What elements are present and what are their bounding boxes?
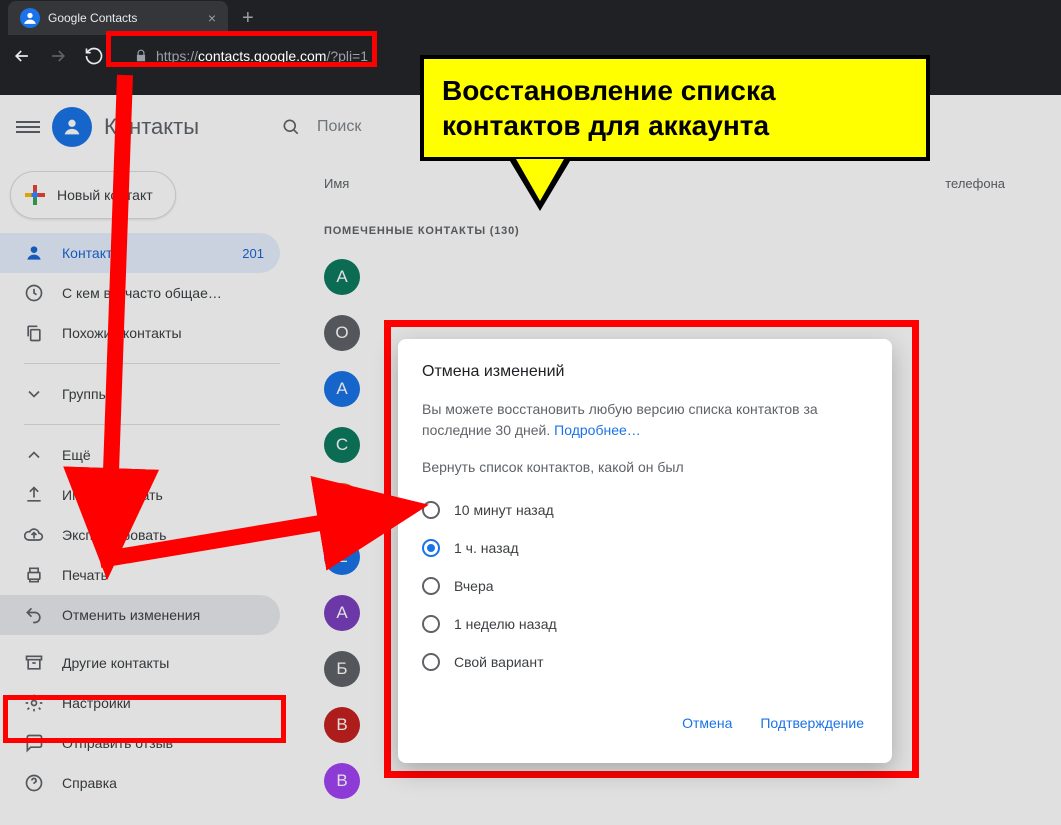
radio-icon xyxy=(422,501,440,519)
back-button[interactable] xyxy=(8,42,36,70)
avatar: C xyxy=(324,427,360,463)
sidebar-item-similar[interactable]: Похожие контакты xyxy=(0,313,280,353)
archive-icon xyxy=(24,653,44,673)
learn-more-link[interactable]: Подробнее… xyxy=(554,422,641,438)
avatar: A xyxy=(324,259,360,295)
forward-button[interactable] xyxy=(44,42,72,70)
radio-icon xyxy=(422,577,440,595)
sidebar-item-feedback[interactable]: Отправить отзыв xyxy=(0,723,280,763)
chevron-down-icon xyxy=(24,384,44,404)
upload-icon xyxy=(24,485,44,505)
close-tab-icon[interactable]: × xyxy=(208,10,216,26)
sidebar-item-frequent[interactable]: С кем вы часто общае… xyxy=(0,273,280,313)
column-phone: телефона xyxy=(945,176,1005,191)
lock-icon xyxy=(134,49,148,63)
plus-icon xyxy=(25,185,45,205)
print-icon xyxy=(24,565,44,585)
radio-icon xyxy=(422,615,440,633)
address-bar[interactable]: https://contacts.google.com/?pli=1 xyxy=(120,42,382,70)
avatar: E xyxy=(324,539,360,575)
feedback-icon xyxy=(24,733,44,753)
undo-icon xyxy=(24,605,44,625)
dialog-title: Отмена изменений xyxy=(422,363,868,381)
dialog-subhead: Вернуть список контактов, какой он был xyxy=(422,459,868,475)
contacts-favicon-icon xyxy=(20,8,40,28)
sidebar-item-contacts[interactable]: Контакты 201 xyxy=(0,233,280,273)
history-icon xyxy=(24,283,44,303)
search-icon[interactable] xyxy=(281,117,301,137)
annotation-callout: Восстановление списка контактов для акка… xyxy=(420,55,930,211)
avatar: A xyxy=(324,371,360,407)
confirm-button[interactable]: Подтверждение xyxy=(756,707,868,739)
avatar: А xyxy=(324,483,360,519)
cloud-upload-icon xyxy=(24,525,44,545)
tab-title: Google Contacts xyxy=(48,11,137,25)
sidebar-item-more[interactable]: Ещё xyxy=(0,435,280,475)
contact-row[interactable]: A xyxy=(304,249,1045,305)
copy-icon xyxy=(24,323,44,343)
browser-tab[interactable]: Google Contacts × xyxy=(8,1,228,35)
radio-custom[interactable]: Свой вариант xyxy=(422,643,868,681)
sidebar-item-export[interactable]: Экспортировать xyxy=(0,515,280,555)
chevron-up-icon xyxy=(24,445,44,465)
avatar: O xyxy=(324,315,360,351)
avatar: B xyxy=(324,707,360,743)
help-icon xyxy=(24,773,44,793)
undo-dialog: Отмена изменений Вы можете восстановить … xyxy=(398,339,892,763)
avatar: А xyxy=(324,595,360,631)
person-icon xyxy=(24,243,44,263)
sidebar-item-help[interactable]: Справка xyxy=(0,763,280,803)
avatar: Б xyxy=(324,651,360,687)
gear-icon xyxy=(24,693,44,713)
radio-10min[interactable]: 10 минут назад xyxy=(422,491,868,529)
sidebar-item-print[interactable]: Печать xyxy=(0,555,280,595)
sidebar-item-other[interactable]: Другие контакты xyxy=(0,643,280,683)
sidebar-item-settings[interactable]: Настройки xyxy=(0,683,280,723)
sidebar-item-import[interactable]: Импортировать xyxy=(0,475,280,515)
new-tab-button[interactable]: + xyxy=(242,7,254,30)
cancel-button[interactable]: Отмена xyxy=(678,707,736,739)
radio-yesterday[interactable]: Вчера xyxy=(422,567,868,605)
radio-icon xyxy=(422,653,440,671)
radio-icon xyxy=(422,539,440,557)
radio-1hour[interactable]: 1 ч. назад xyxy=(422,529,868,567)
avatar: B xyxy=(324,763,360,799)
dialog-description: Вы можете восстановить любую версию спис… xyxy=(422,399,868,441)
new-contact-button[interactable]: Новый контакт xyxy=(10,171,176,219)
reload-button[interactable] xyxy=(80,42,108,70)
app-title: Контакты xyxy=(104,114,199,140)
sidebar: Новый контакт Контакты 201 С кем вы част… xyxy=(0,159,288,825)
sidebar-item-groups[interactable]: Группы xyxy=(0,374,280,414)
search-placeholder[interactable]: Поиск xyxy=(317,118,361,136)
section-label: ПОМЕЧЕННЫЕ КОНТАКТЫ (130) xyxy=(304,207,1045,249)
sidebar-item-undo[interactable]: Отменить изменения xyxy=(0,595,280,635)
radio-1week[interactable]: 1 неделю назад xyxy=(422,605,868,643)
app-logo-icon xyxy=(52,107,92,147)
menu-button[interactable] xyxy=(16,115,40,139)
